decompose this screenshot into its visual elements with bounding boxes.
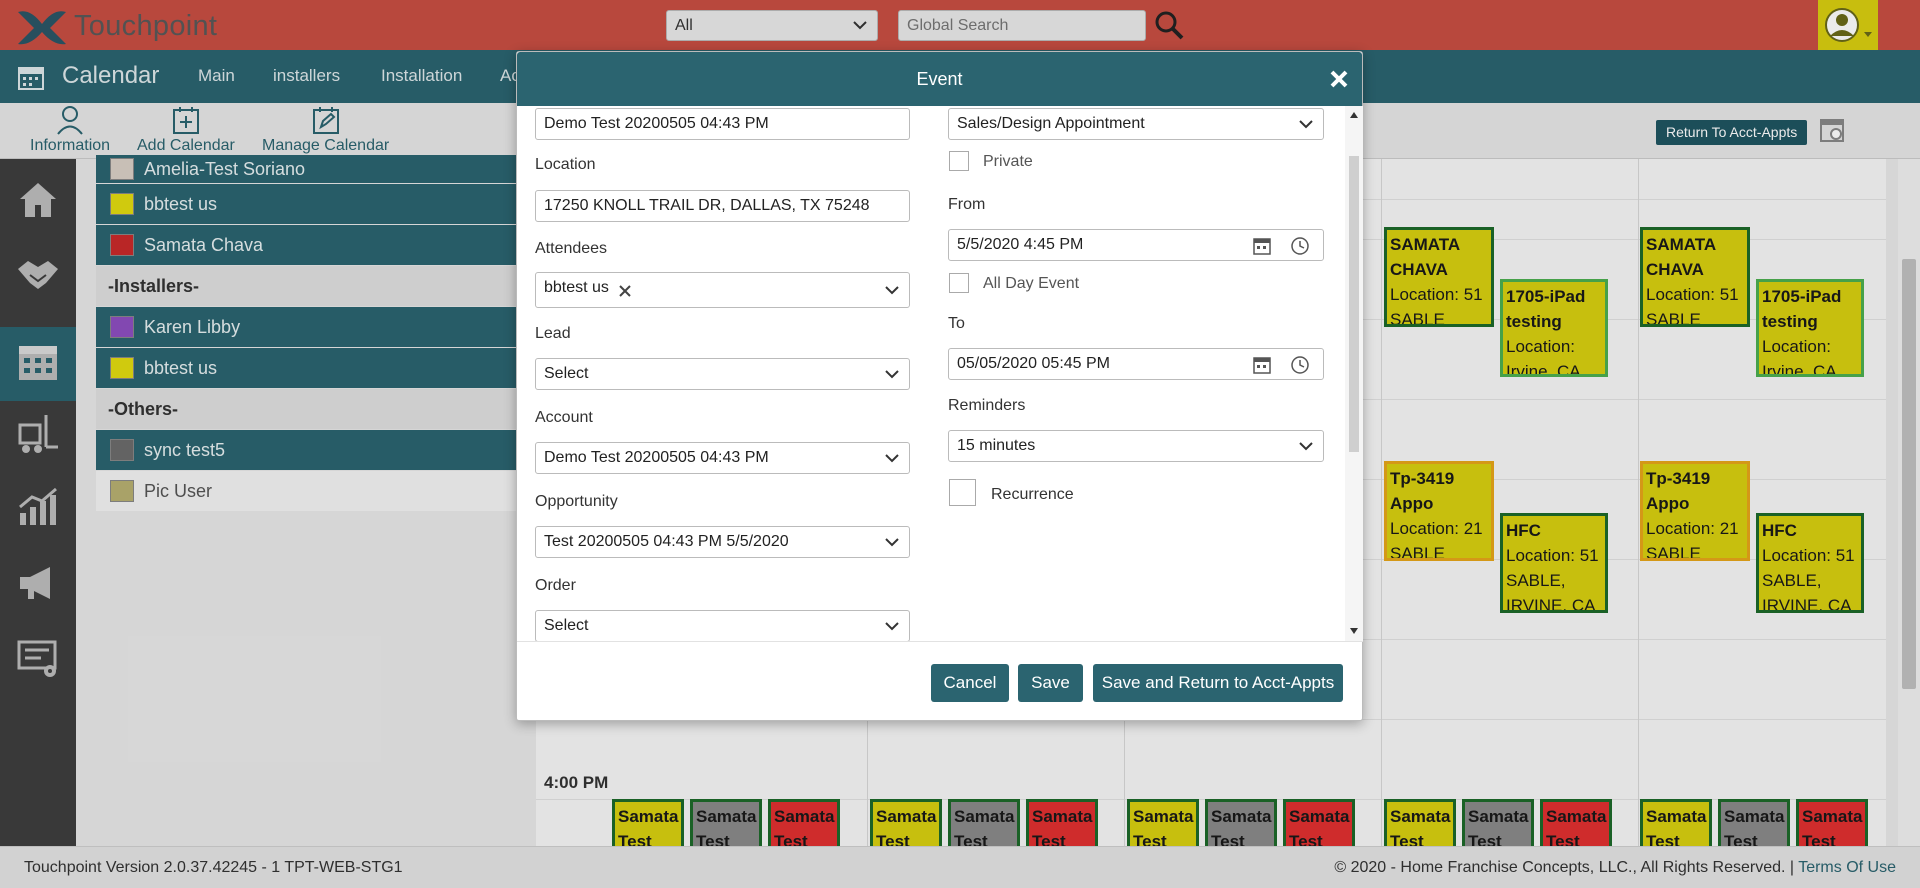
event-modal: Event Demo Test 20200505 04:43 PM Locati… (516, 51, 1363, 721)
event-type-select[interactable]: Sales/Design Appointment (948, 108, 1324, 140)
attendees-select[interactable]: bbtest us (535, 272, 910, 308)
modal-body: Demo Test 20200505 04:43 PM Location 172… (517, 106, 1363, 642)
order-label: Order (535, 577, 576, 594)
calendar-picker-icon[interactable] (1252, 236, 1272, 256)
from-datetime-input[interactable]: 5/5/2020 4:45 PM (948, 229, 1324, 261)
lead-select[interactable]: Select (535, 358, 910, 390)
subject-input[interactable]: Demo Test 20200505 04:43 PM (535, 108, 910, 140)
chevron-down-icon (1299, 442, 1313, 451)
scrollbar-thumb[interactable] (1349, 156, 1359, 452)
reminders-select[interactable]: 15 minutes (948, 430, 1324, 462)
cancel-button[interactable]: Cancel (931, 664, 1009, 702)
modal-scrollbar[interactable] (1345, 106, 1363, 641)
to-datetime-input[interactable]: 05/05/2020 05:45 PM (948, 348, 1324, 380)
modal-header: Event (517, 52, 1362, 106)
location-label: Location (535, 156, 596, 173)
opportunity-select[interactable]: Test 20200505 04:43 PM 5/5/2020 (535, 526, 910, 558)
location-input[interactable]: 17250 KNOLL TRAIL DR, DALLAS, TX 75248 (535, 190, 910, 222)
clock-icon[interactable] (1290, 236, 1310, 256)
calendar-picker-icon[interactable] (1252, 355, 1272, 375)
chevron-down-icon (885, 454, 899, 463)
private-checkbox[interactable] (949, 151, 969, 171)
reminders-label: Reminders (948, 397, 1026, 414)
scroll-up-icon[interactable] (1350, 112, 1358, 118)
chevron-down-icon (885, 622, 899, 631)
save-and-return-button[interactable]: Save and Return to Acct-Appts (1093, 664, 1343, 702)
opportunity-label: Opportunity (535, 493, 618, 510)
from-label: From (948, 196, 986, 213)
attendees-label: Attendees (535, 240, 608, 257)
to-label: To (948, 315, 965, 332)
modal-title: Event (916, 69, 963, 89)
chevron-down-icon (885, 286, 899, 295)
recurrence-label: Recurrence (991, 486, 1074, 503)
order-select[interactable]: Select (535, 610, 910, 641)
scroll-down-icon[interactable] (1350, 628, 1358, 634)
private-label: Private (983, 153, 1033, 170)
account-label: Account (535, 409, 593, 426)
chevron-down-icon (885, 538, 899, 547)
all-day-label: All Day Event (983, 275, 1080, 292)
close-icon[interactable] (1328, 68, 1350, 90)
clock-icon[interactable] (1290, 355, 1310, 375)
attendee-tag: bbtest us (544, 279, 609, 296)
lead-label: Lead (535, 325, 571, 342)
remove-tag-icon[interactable] (618, 284, 632, 298)
chevron-down-icon (1299, 120, 1313, 129)
recurrence-checkbox[interactable] (949, 479, 976, 506)
all-day-checkbox[interactable] (949, 273, 969, 293)
save-button[interactable]: Save (1018, 664, 1083, 702)
account-select[interactable]: Demo Test 20200505 04:43 PM (535, 442, 910, 474)
chevron-down-icon (885, 370, 899, 379)
